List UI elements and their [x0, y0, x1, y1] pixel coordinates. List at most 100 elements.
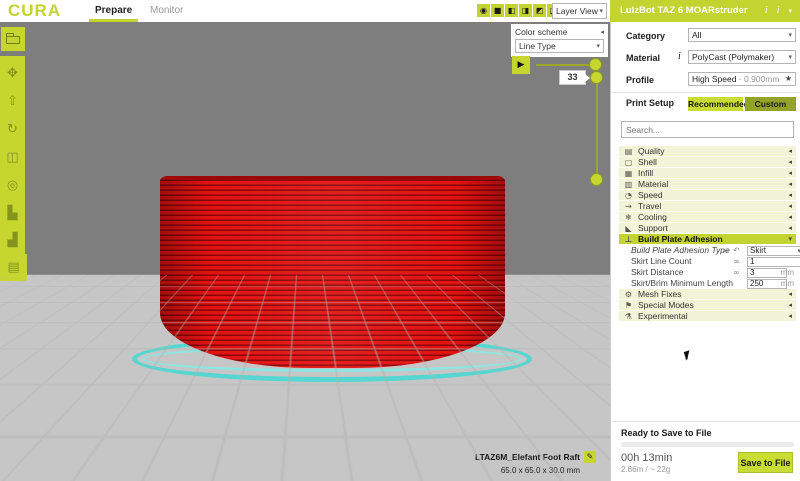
view-top-button[interactable]: ◧ [505, 4, 518, 17]
profile-extra: - 0.900mm [739, 74, 780, 84]
settings-group-special-modes[interactable]: ⚑Special Modes◂ [619, 300, 796, 311]
revert-icon[interactable]: ↶ [733, 245, 740, 256]
category-label: Category [626, 31, 665, 41]
setting-label: Skirt Distance [631, 267, 683, 278]
profile-label: Profile [626, 75, 654, 85]
settings-group-build-plate-adhesion[interactable]: ⊥Build Plate Adhesion▾ [619, 234, 796, 245]
model-shading [160, 176, 505, 368]
setting-label: Skirt Line Count [631, 256, 691, 267]
settings-group-cooling[interactable]: ❄Cooling◂ [619, 212, 796, 223]
recommended-button[interactable]: Recommended [688, 97, 743, 111]
link-icon[interactable]: ∞ [733, 267, 740, 278]
path-slider-track[interactable] [536, 64, 593, 66]
layer-slider-bottom-handle[interactable] [590, 173, 603, 186]
cooling-icon: ❄ [623, 212, 634, 223]
progress-bar [621, 442, 794, 447]
settings-group-support[interactable]: ◣Support◂ [619, 223, 796, 234]
job-info: LTAZ6M_Elefant Foot Raft ✎ 65.0 x 65.0 x… [475, 451, 596, 475]
category-select[interactable]: All ▾ [688, 28, 796, 42]
view-3d-button[interactable]: ◉ [477, 4, 490, 17]
divider [611, 92, 800, 93]
settings-group-mesh-fixes[interactable]: ⚙Mesh Fixes◂ [619, 289, 796, 300]
setting-row-skirt-distance: Skirt Distance ∞ mm [619, 267, 796, 278]
view-front-button[interactable]: ■ [491, 4, 504, 17]
settings-group-infill[interactable]: ▦Infill◂ [619, 168, 796, 179]
unit-label: mm [781, 278, 794, 289]
profile-value: High Speed [692, 74, 736, 84]
settings-group-material[interactable]: ▥Material◂ [619, 179, 796, 190]
save-status-text: Ready to Save to File [621, 428, 712, 438]
3d-viewport[interactable]: ✥ ⇧ ↻ ◫ ◎ ▙ ▟ ▤ Color scheme ◂ Line Type… [0, 22, 610, 481]
settings-group-quality[interactable]: ▤Quality◂ [619, 146, 796, 157]
search-input[interactable] [621, 121, 794, 138]
custom-button[interactable]: Custom [745, 97, 796, 111]
material-icon: ▥ [623, 179, 634, 190]
support-blocker-tool[interactable]: ▙ [3, 204, 22, 223]
per-model-settings-tool[interactable]: ◎ [3, 176, 22, 195]
view-mode-select[interactable]: Layer View ▾ [552, 3, 607, 19]
special-modes-icon: ⚑ [623, 300, 634, 311]
save-to-file-button[interactable]: Save to File [738, 452, 793, 473]
color-scheme-select[interactable]: Line Type ▾ [515, 39, 604, 53]
chevron-down-icon: ▾ [788, 29, 792, 41]
settings-panel: Category All ▾ Material i PolyCast (Poly… [610, 22, 800, 481]
printed-model-preview[interactable] [160, 176, 505, 368]
profile-select[interactable]: High Speed - 0.900mm ★ [688, 72, 796, 86]
machine-info-icon[interactable]: i [765, 0, 768, 22]
chevron-down-icon[interactable]: ▾ [788, 0, 792, 22]
job-name: LTAZ6M_Elefant Foot Raft [475, 452, 580, 462]
support-icon: ◣ [623, 223, 634, 234]
collapse-icon: ◂ [788, 212, 792, 223]
layer-slider-top-handle[interactable] [590, 71, 603, 84]
layer-slider-track[interactable] [596, 77, 598, 180]
mirror-tool[interactable]: ◫ [3, 148, 22, 167]
move-tool[interactable]: ✥ [3, 64, 22, 83]
view-orientation-buttons: ◉ ■ ◧ ◨ ◩ ◪ [477, 4, 560, 17]
machine-header[interactable]: LulzBot TAZ 6 MOARstruder i i ▾ [610, 0, 800, 22]
settings-group-speed[interactable]: ◔Speed◂ [619, 190, 796, 201]
edit-job-name-icon[interactable]: ✎ [584, 451, 596, 463]
tab-prepare[interactable]: Prepare [95, 0, 132, 22]
scale-tool[interactable]: ⇧ [3, 92, 22, 111]
open-file-button[interactable] [1, 27, 25, 51]
mouse-cursor [684, 350, 692, 360]
settings-group-experimental[interactable]: ⚗Experimental◂ [619, 311, 796, 322]
print-time: 00h 13min [621, 452, 672, 464]
star-icon[interactable]: ★ [785, 73, 792, 85]
layer-number-tooltip: 33 [559, 70, 586, 85]
collapse-icon: ◂ [788, 201, 792, 212]
quality-icon: ▤ [623, 146, 634, 157]
settings-group-travel[interactable]: ⇝Travel◂ [619, 201, 796, 212]
link-icon[interactable]: ∞ [733, 256, 740, 267]
collapse-icon[interactable]: ◂ [600, 26, 604, 38]
link-icon[interactable]: ∞ [722, 245, 729, 256]
top-bar: CURA Prepare Monitor ◉ ■ ◧ ◨ ◩ ◪ Layer V… [0, 0, 610, 22]
mesh-fixes-icon: ⚙ [623, 289, 634, 300]
tab-monitor[interactable]: Monitor [150, 0, 183, 22]
skirt-line-count-input[interactable] [747, 257, 800, 267]
collapse-icon: ◂ [788, 289, 792, 300]
adhesion-type-select[interactable]: Skirt▾ [747, 246, 800, 256]
shell-icon: ▢ [623, 157, 634, 168]
collapse-icon: ◂ [788, 311, 792, 322]
speed-icon: ◔ [623, 190, 634, 201]
path-slider-handle[interactable] [589, 58, 602, 71]
collapse-icon: ◂ [788, 190, 792, 201]
unit-label: mm [781, 267, 794, 278]
object-list-button[interactable]: ▤ [0, 254, 27, 281]
view-right-button[interactable]: ◩ [533, 4, 546, 17]
view-mode-value: Layer View [556, 4, 598, 18]
cura-logo: CURA [8, 1, 61, 21]
rotate-tool[interactable]: ↻ [3, 120, 22, 139]
machine-help-icon[interactable]: i [777, 0, 780, 22]
chevron-down-icon: ▾ [788, 51, 792, 63]
mesh-type-tool[interactable]: ▟ [3, 231, 22, 250]
print-setup-label: Print Setup [626, 98, 674, 108]
settings-group-shell[interactable]: ▢Shell◂ [619, 157, 796, 168]
view-left-button[interactable]: ◨ [519, 4, 532, 17]
material-select[interactable]: PolyCast (Polymaker) ▾ [688, 50, 796, 64]
infill-icon: ▦ [623, 168, 634, 179]
play-button[interactable]: ▶ [512, 56, 530, 74]
collapse-icon: ◂ [788, 179, 792, 190]
material-info-icon[interactable]: i [678, 51, 681, 62]
